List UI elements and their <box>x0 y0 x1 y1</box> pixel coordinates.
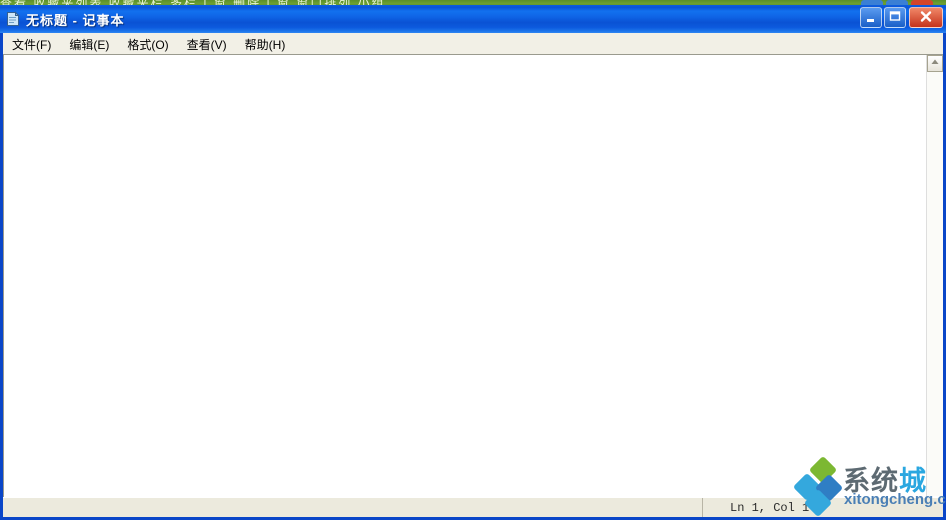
menu-item-help[interactable]: 帮助(H) <box>236 33 295 55</box>
scroll-up-icon[interactable] <box>927 55 943 72</box>
vertical-scrollbar[interactable] <box>926 55 943 496</box>
maximize-button[interactable] <box>884 7 906 28</box>
minimize-button[interactable] <box>860 7 882 28</box>
scrollbar-track[interactable] <box>927 72 943 496</box>
cursor-position-text: Ln 1, Col 1 <box>730 501 810 515</box>
title-bar[interactable]: 无标题 - 记事本 <box>0 5 946 33</box>
editor-client-area <box>3 54 943 497</box>
status-pane-right: Ln 1, Col 1 <box>705 498 943 517</box>
status-bar: Ln 1, Col 1 <box>3 497 943 517</box>
text-editor-input[interactable] <box>4 55 926 496</box>
menu-item-file[interactable]: 文件(F) <box>3 33 60 55</box>
screenshot-root: 查看 收藏夹列表 收藏夹栏 多栏 | 窗 删除 | 窗 窗口排列 小组 无标题 … <box>0 0 946 520</box>
status-pane-left <box>3 498 703 517</box>
window-title: 无标题 - 记事本 <box>26 13 125 28</box>
menu-item-edit[interactable]: 编辑(E) <box>60 33 118 55</box>
menu-item-view[interactable]: 查看(V) <box>178 33 236 55</box>
menu-item-format[interactable]: 格式(O) <box>118 33 177 55</box>
close-button[interactable] <box>909 7 943 28</box>
notepad-document-icon <box>5 11 21 27</box>
menu-bar: 文件(F) 编辑(E) 格式(O) 查看(V) 帮助(H) <box>3 33 943 55</box>
notepad-window: 无标题 - 记事本 文件(F) 编辑(E) 格式(O) 查看(V) 帮助(H) … <box>0 5 946 520</box>
